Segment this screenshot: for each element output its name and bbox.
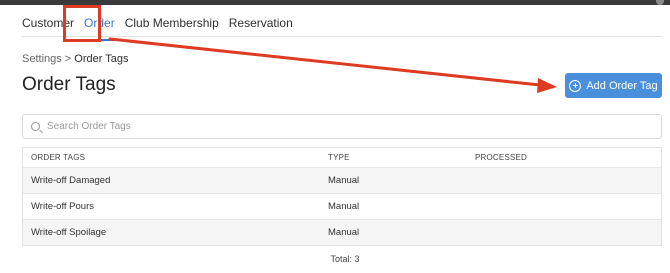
order-tags-table: ORDER TAGS TYPE PROCESSED Write-off Dama… (22, 147, 662, 246)
column-header-type[interactable]: TYPE (320, 153, 467, 162)
table-row[interactable]: Write-off Pours Manual (23, 193, 661, 219)
annotation-arrow-head (537, 78, 557, 93)
table-row[interactable]: Write-off Damaged Manual (23, 167, 661, 193)
plus-circle-icon (569, 79, 582, 92)
window-corner (656, 0, 664, 5)
tab-reservation[interactable]: Reservation (229, 16, 293, 36)
tab-club-membership[interactable]: Club Membership (125, 16, 219, 36)
cell-order-tag: Write-off Spoilage (31, 227, 107, 238)
annotation-arrow-line (108, 37, 542, 87)
breadcrumb-current: Order Tags (74, 53, 129, 65)
search-icon (31, 122, 40, 131)
add-order-tag-label: Add Order Tag (586, 79, 658, 92)
breadcrumb-settings[interactable]: Settings (22, 53, 62, 65)
add-order-tag-button[interactable]: Add Order Tag (565, 73, 662, 98)
annotation-highlight-box (63, 5, 101, 42)
breadcrumb: Settings > Order Tags (22, 53, 129, 65)
page-title: Order Tags (22, 74, 116, 95)
search-input[interactable] (47, 121, 607, 132)
breadcrumb-separator: > (61, 53, 75, 65)
column-header-processed[interactable]: PROCESSED (467, 153, 661, 162)
table-row[interactable]: Write-off Spoilage Manual (23, 219, 661, 245)
search-box[interactable] (22, 114, 662, 139)
column-header-order-tags[interactable]: ORDER TAGS (23, 153, 320, 162)
total-count: Total: 3 (330, 254, 360, 264)
cell-order-tag: Write-off Damaged (31, 175, 111, 186)
tabs-divider (22, 36, 662, 37)
cell-type: Manual (328, 175, 360, 186)
cell-order-tag: Write-off Pours (31, 201, 95, 212)
table-header: ORDER TAGS TYPE PROCESSED (23, 148, 661, 167)
cell-type: Manual (328, 201, 360, 212)
cell-type: Manual (328, 227, 360, 238)
